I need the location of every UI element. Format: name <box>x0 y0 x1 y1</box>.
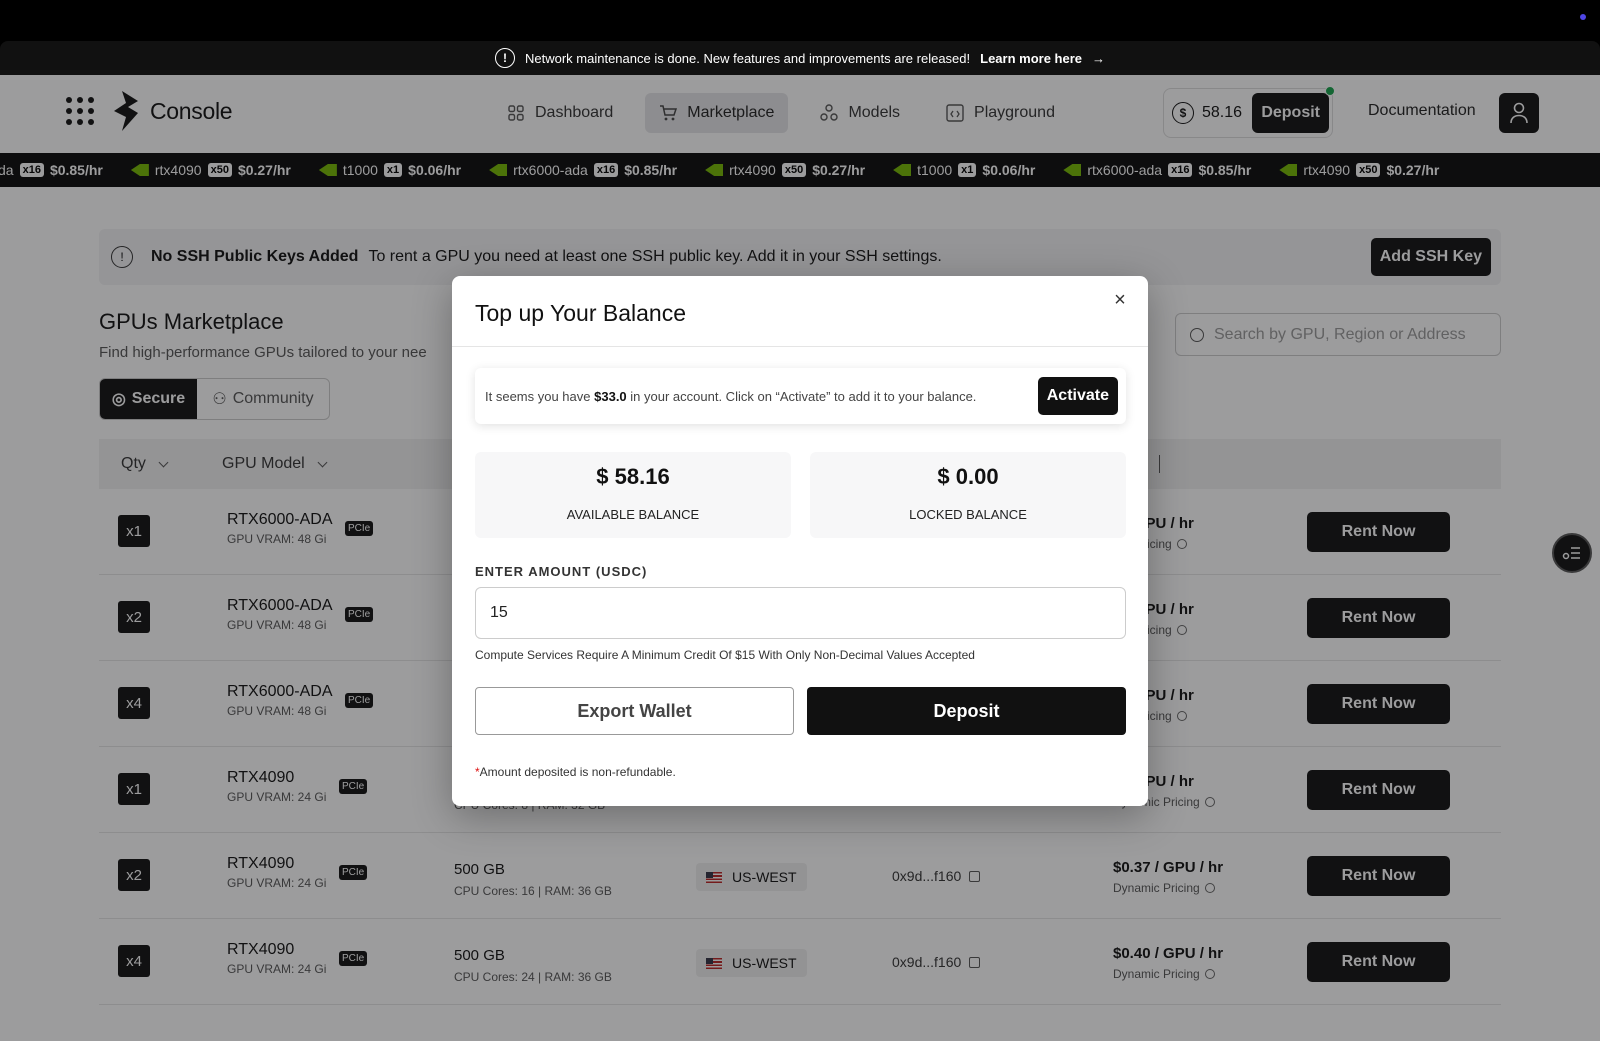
status-dot <box>1580 14 1586 20</box>
amount-label: ENTER AMOUNT (USDC) <box>475 564 648 579</box>
alert-icon: ! <box>495 48 515 68</box>
close-icon[interactable]: × <box>1108 288 1132 312</box>
locked-balance-value: $ 0.00 <box>937 464 999 489</box>
available-balance-value: $ 58.16 <box>596 464 670 489</box>
locked-balance-card: $ 0.00 LOCKED BALANCE <box>810 452 1126 538</box>
arrow-right-icon: → <box>1092 50 1105 66</box>
divider <box>452 346 1148 347</box>
learn-more-link[interactable]: Learn more here <box>980 51 1082 66</box>
export-wallet-button[interactable]: Export Wallet <box>475 687 794 735</box>
locked-balance-label: LOCKED BALANCE <box>909 507 1027 522</box>
available-balance-label: AVAILABLE BALANCE <box>566 507 700 522</box>
available-balance-card: $ 58.16 AVAILABLE BALANCE <box>475 452 791 538</box>
announcement-bar: ! Network maintenance is done. New featu… <box>0 41 1600 75</box>
top-up-modal: Top up Your Balance × It seems you have … <box>452 276 1148 806</box>
non-refundable-note: *Amount deposited is non-refundable. <box>475 765 676 779</box>
activate-button[interactable]: Activate <box>1037 377 1118 415</box>
amount-input[interactable] <box>475 587 1126 639</box>
activate-balance-banner: It seems you have $33.0 in your account.… <box>475 368 1126 424</box>
modal-title: Top up Your Balance <box>475 300 687 326</box>
deposit-button[interactable]: Deposit <box>807 687 1126 735</box>
announcement-text: Network maintenance is done. New feature… <box>525 50 971 66</box>
activate-text: It seems you have $33.0 in your account.… <box>485 388 977 404</box>
amount-hint: Compute Services Require A Minimum Credi… <box>475 648 975 662</box>
top-strip <box>0 0 1600 41</box>
